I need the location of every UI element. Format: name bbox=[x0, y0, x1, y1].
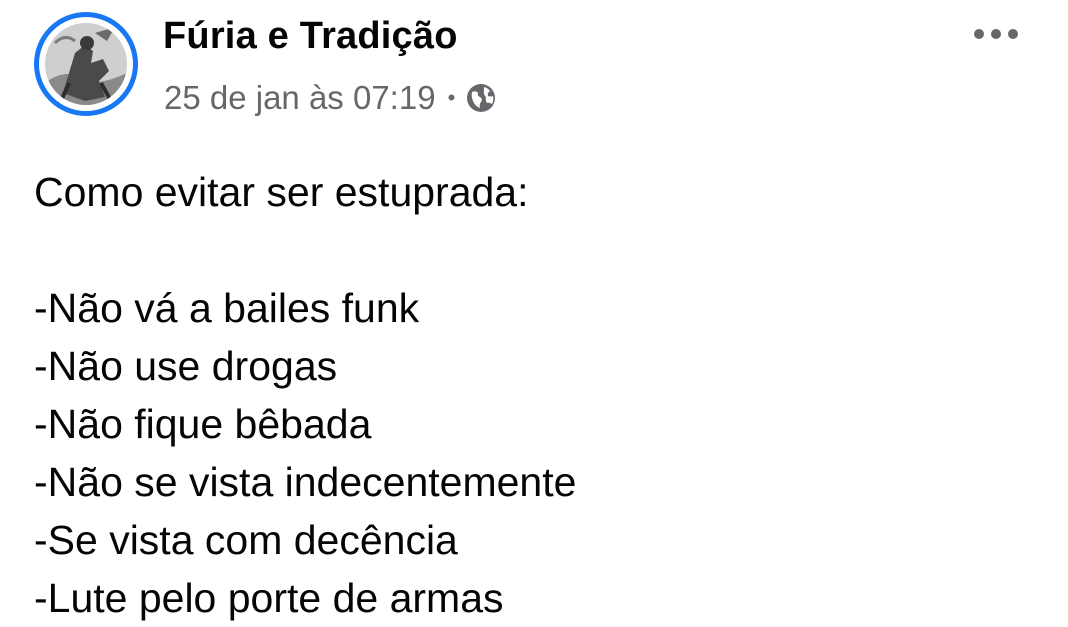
post-body-line: -Não use drogas bbox=[34, 343, 338, 389]
post-body-title: Como evitar ser estuprada: bbox=[34, 169, 529, 215]
facebook-post: Fúria e Tradição 25 de jan às 07:19 • Co… bbox=[0, 0, 1068, 621]
page-avatar-image bbox=[45, 23, 127, 105]
post-body-line: -Se vista com decência bbox=[34, 517, 458, 563]
post-body: Como evitar ser estuprada: -Não vá a bai… bbox=[34, 163, 1034, 627]
post-body-line: -Não fique bêbada bbox=[34, 401, 372, 447]
post-body-line: -Lute pelo porte de armas bbox=[34, 575, 504, 621]
post-body-blank-line bbox=[34, 221, 1034, 279]
more-options-button[interactable] bbox=[968, 18, 1024, 50]
post-meta: 25 de jan às 07:19 • bbox=[164, 78, 497, 118]
post-body-line: -Não vá a bailes funk bbox=[34, 285, 420, 331]
post-timestamp[interactable]: 25 de jan às 07:19 bbox=[164, 79, 436, 117]
globe-icon[interactable] bbox=[465, 82, 497, 114]
post-body-line: -Não se vista indecentemente bbox=[34, 459, 577, 505]
meta-separator: • bbox=[447, 85, 456, 110]
more-options-icon bbox=[971, 28, 1021, 40]
page-name-link[interactable]: Fúria e Tradição bbox=[163, 15, 458, 58]
avatar[interactable] bbox=[34, 12, 138, 116]
